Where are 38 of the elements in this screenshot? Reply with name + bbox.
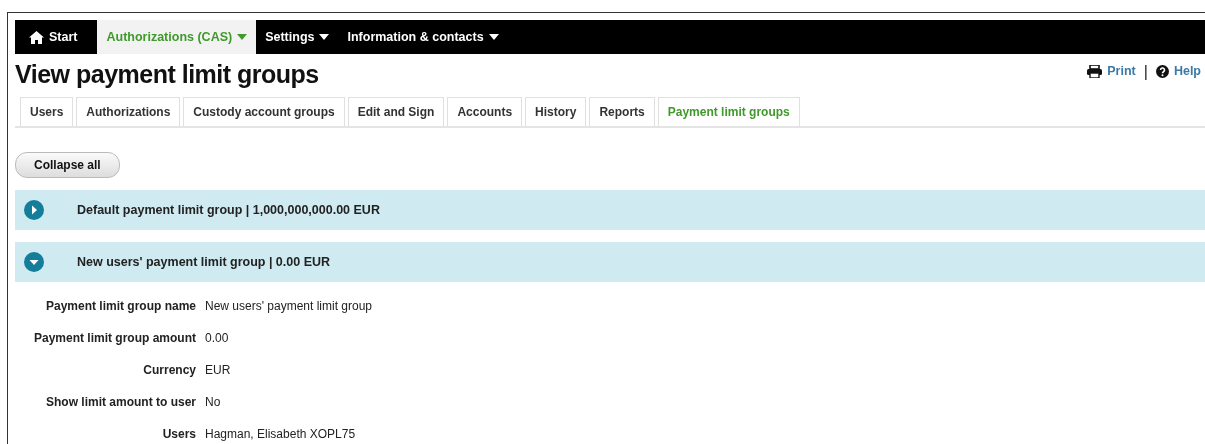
tab[interactable]: Custody account groups	[183, 97, 345, 126]
caret-icon	[237, 34, 248, 40]
help-icon	[1155, 65, 1169, 78]
printer-icon	[1087, 65, 1103, 78]
field-value: EUR	[205, 362, 231, 379]
separator: |	[1143, 61, 1148, 82]
caret-icon	[319, 34, 330, 40]
collapse-icon	[24, 252, 44, 272]
group-title: Default payment limit group | 1,000,000,000.00 EUR	[77, 201, 380, 219]
tab[interactable]: Payment limit groups	[657, 97, 800, 126]
group-header[interactable]: New users' payment limit group | 0.00 EUR	[15, 242, 1205, 282]
tab[interactable]: Reports	[589, 97, 655, 126]
tab[interactable]: Edit and Sign	[347, 97, 445, 126]
nav-menu-item[interactable]: Start	[15, 20, 98, 54]
page-title: View payment limit groups	[15, 59, 319, 89]
field-label: Show limit amount to user	[45, 394, 197, 411]
tab[interactable]: Accounts	[447, 97, 523, 126]
field-value: No	[205, 394, 221, 411]
field-label: Payment limit group amount	[33, 330, 197, 347]
field-value: 0.00	[205, 330, 229, 347]
field-value: New users' payment limit group	[205, 298, 373, 315]
field-label: Payment limit group name	[44, 298, 197, 315]
group-header[interactable]: Default payment limit group | 1,000,000,000.00 EUR	[15, 190, 1205, 230]
collapse-all-button[interactable]: Collapse all	[15, 152, 120, 178]
tab[interactable]: Users	[20, 97, 74, 126]
nav-menu-item[interactable]: Information & contacts	[338, 20, 508, 54]
tab[interactable]: Authorizations	[76, 97, 181, 126]
home-icon	[29, 30, 44, 44]
field-label: Users	[161, 426, 197, 443]
caret-icon	[488, 34, 499, 40]
tab[interactable]: History	[525, 97, 587, 126]
field-label: Currency	[142, 362, 197, 379]
field-value: Hagman, Elisabeth XOPL75	[205, 426, 356, 443]
nav-menu-item[interactable]: Settings	[256, 20, 339, 54]
group-title: New users' payment limit group | 0.00 EUR	[77, 253, 331, 271]
link[interactable]: Print	[1087, 62, 1136, 81]
expand-icon	[24, 200, 44, 220]
link[interactable]: Help	[1155, 62, 1201, 81]
